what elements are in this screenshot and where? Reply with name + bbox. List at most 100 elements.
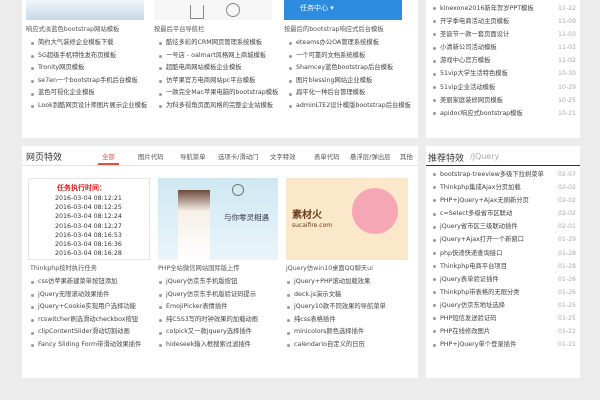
- list-item[interactable]: 酷炫多彩的CRM网页管理系统模板: [158, 37, 280, 50]
- list-item[interactable]: jQuery+Cookie实现用户选择功能: [30, 301, 154, 314]
- list-item[interactable]: PHP短信发送验证码 01-25: [432, 312, 580, 325]
- template-thumb-2[interactable]: [154, 0, 272, 20]
- tab-nav-menu[interactable]: 导航菜单: [180, 152, 206, 161]
- list-item[interactable]: PHP在线修改图片 01-22: [432, 325, 580, 338]
- list-item[interactable]: 图片blessing网站企业模板: [288, 75, 414, 88]
- list-item[interactable]: 扁平化一种后台管理模板: [288, 87, 414, 100]
- effects-tab-bar: 网页特效 全部 图片代码 导航菜单 选项卡/滑动门 文字特效 表单代码 悬浮层/…: [22, 146, 418, 166]
- cartoon-mascot-image: [352, 188, 398, 234]
- list-item[interactable]: Thinkphp电商平台项目 01-28: [432, 260, 580, 273]
- list-item[interactable]: 一款完全Mac苹果电脑的bootstrap模板: [158, 87, 280, 100]
- list-item[interactable]: rcswitcher刷选滑动checkbox按钮: [30, 314, 154, 327]
- list-item[interactable]: jQuery省市区三级联动插件 02-01: [432, 220, 580, 233]
- template-thumb-3[interactable]: 任务中心 ▾: [284, 0, 402, 20]
- list-item[interactable]: 小清新公司活动模板 11-02: [432, 41, 580, 54]
- list-item[interactable]: jQuery+Ajax打开一个新窗口 01-29: [432, 233, 580, 246]
- list-item-title: 小清新公司活动模板: [440, 44, 497, 52]
- list-item[interactable]: jQuery+PHP滚动加载效果: [286, 276, 414, 289]
- tab-other[interactable]: 其他: [400, 152, 413, 161]
- list-item[interactable]: 51vip企业活动模板 10-29: [432, 81, 580, 94]
- list-item[interactable]: 开学季电商活动主页模板 11-09: [432, 15, 580, 28]
- list-item[interactable]: Fancy Sliding Form带滑动效果插件: [30, 339, 154, 352]
- list-item-date: 11-03: [558, 31, 576, 39]
- tab-all[interactable]: 全部: [98, 152, 119, 165]
- list-item[interactable]: Thinkphp集成Ajax分页加载 02-02: [432, 181, 580, 194]
- list-item[interactable]: clipContentSlider滑动切割动画: [30, 326, 154, 339]
- list-item[interactable]: 5G超级手机特性发布页模板: [30, 50, 150, 63]
- list-item[interactable]: kinexone2016新年贺岁PPT模板 11-22: [432, 2, 580, 15]
- list-item-date: 01-22: [558, 328, 576, 336]
- effect-caption-1[interactable]: Thinkphp按时执行任务: [30, 263, 152, 275]
- list-item-title: jQuery省市区三级联动插件: [440, 223, 518, 231]
- list-item[interactable]: 超酷电商网站模板企业模板: [158, 62, 280, 75]
- list-item[interactable]: jQuery仿京东地址选择 01-25: [432, 299, 580, 312]
- list-item[interactable]: 圣诞节一款一套页面设计 11-03: [432, 28, 580, 41]
- template-caption-3[interactable]: 按最后的bootstrap响应式后台模板: [284, 24, 414, 36]
- task-center-button[interactable]: 任务中心 ▾: [300, 2, 360, 14]
- list-item-title: 开学季电商活动主页模板: [440, 18, 510, 26]
- effect-thumb-banner[interactable]: 与你零灵相遇: [158, 178, 278, 260]
- list-item[interactable]: jQuery10款不同效果的导航菜单: [286, 301, 414, 314]
- list-item[interactable]: jQuery表单验证插件 01-26: [432, 273, 580, 286]
- effect-caption-3[interactable]: jQuery仿win10桌面QQ聊天ui: [286, 263, 408, 275]
- list-item[interactable]: 51vip大学生活特色模板 10-30: [432, 67, 580, 80]
- effect-thumb-countdown[interactable]: 任务执行时间： 2016-03-04 08:12:21 2016-03-04 08…: [28, 178, 150, 260]
- tab-text-effects[interactable]: 文字特效: [270, 152, 296, 161]
- tab-form-code[interactable]: 表单代码: [314, 152, 340, 161]
- tab-image-code[interactable]: 图片代码: [138, 152, 164, 161]
- list-item[interactable]: jQuery仿京东手机版验证码提示: [158, 289, 282, 302]
- list-item[interactable]: eteams办公OA管理系统模板: [288, 37, 414, 50]
- list-item[interactable]: PHP+jQuery单个登录插件 01-21: [432, 338, 580, 351]
- list-item[interactable]: php快递快递查询接口 01-28: [432, 247, 580, 260]
- list-item[interactable]: EmojiPicker表情插件: [158, 301, 282, 314]
- list-item-date: 01-21: [558, 341, 576, 349]
- list-item[interactable]: hideseek输入框搜索过滤插件: [158, 339, 282, 352]
- list-item[interactable]: Look到酷网页设计师图片展示企业模板: [30, 100, 150, 113]
- list-item[interactable]: 纯css表格插件: [286, 314, 414, 327]
- list-item[interactable]: 蓝色可视化企业模板: [30, 87, 150, 100]
- countdown-title: 任务执行时间：: [57, 184, 106, 192]
- list-item[interactable]: Tronity网页模板: [30, 62, 150, 75]
- list-item-title: jQuery表单验证插件: [440, 275, 499, 283]
- countdown-time: 2016-03-04 08:12:27: [55, 222, 122, 230]
- list-item[interactable]: 为科多视角页面风格的完整企业站模板: [158, 100, 280, 113]
- tab-popup[interactable]: 悬浮层/弹出层: [350, 152, 391, 161]
- list-item[interactable]: calendario自定义的日历: [286, 339, 414, 352]
- list-item[interactable]: 简约大气装修企业模板下载: [30, 37, 150, 50]
- list-item-title: PHP在线修改图片: [440, 328, 491, 336]
- countdown-time: 2016-03-04 08:12:24: [55, 213, 122, 221]
- template-caption-1[interactable]: 响应式淡蓝色bootstrap网站模板: [26, 24, 144, 36]
- list-item-date: 01-26: [558, 275, 576, 283]
- effect-caption-2[interactable]: PHP全站微信网站国际版上传: [158, 263, 280, 275]
- template-caption-2[interactable]: 按最后平台导航栏: [154, 24, 272, 36]
- recommended-panel: 推荐特效 /JQuery bootstrap-treeview多级下拉树菜单 02…: [426, 146, 580, 378]
- list-item[interactable]: apidoc响应式bootstrap模板 10-21: [432, 107, 580, 120]
- list-item[interactable]: Thinkphp带表格的无限分类 01-26: [432, 286, 580, 299]
- list-item-title: Thinkphp带表格的无限分类: [440, 288, 520, 296]
- list-item[interactable]: deck.js演示文稿: [286, 289, 414, 302]
- list-item[interactable]: minicolors颜色选择插件: [286, 326, 414, 339]
- list-item[interactable]: 一个可靠的文档系统模板: [288, 50, 414, 63]
- list-item[interactable]: PHP+jQuery+Ajax无刷新分页 02-02: [432, 194, 580, 207]
- list-item-title: 51vip企业活动模板: [440, 83, 496, 91]
- list-item[interactable]: 仿苹果官方电商网站pc平台模板: [158, 75, 280, 88]
- list-item[interactable]: adminLTE2设计模版bootstrap后台模板: [288, 100, 414, 113]
- list-item-date: 02-02: [558, 184, 576, 192]
- list-item[interactable]: css仿苹果新建菜单按钮添加: [30, 276, 154, 289]
- tab-tabs-slider[interactable]: 选项卡/滑动门: [218, 152, 259, 161]
- list-item[interactable]: 一号店 - oalmart风格网上商城模板: [158, 50, 280, 63]
- list-item[interactable]: 美丽家庭装修网页模板 10-25: [432, 94, 580, 107]
- list-item[interactable]: 纯CSS3写的时钟效果的加载动画: [158, 314, 282, 327]
- template-thumb-1[interactable]: [26, 0, 144, 20]
- section-title: 网页特效: [26, 153, 63, 163]
- list-item[interactable]: jQuery仿京东手机版按钮: [158, 276, 282, 289]
- list-item[interactable]: bootstrap-treeview多级下拉树菜单 02-07: [432, 168, 580, 181]
- list-item[interactable]: 游戏中心官方模板 11-02: [432, 54, 580, 67]
- list-item[interactable]: Shamcey蓝色bootstrap后台模板: [288, 62, 414, 75]
- list-item[interactable]: c=Select多级省市区联动 02-02: [432, 207, 580, 220]
- list-item[interactable]: colpick又一款jquery选择插件: [158, 326, 282, 339]
- effect-thumb-material[interactable]: 素材火 sucaifire.com: [286, 178, 408, 260]
- list-item[interactable]: se7en一个bootstrap手机后台模板: [30, 75, 150, 88]
- recommended-header: 推荐特效 /JQuery: [426, 146, 580, 166]
- list-item[interactable]: jQuery无限滚动效果插件: [30, 289, 154, 302]
